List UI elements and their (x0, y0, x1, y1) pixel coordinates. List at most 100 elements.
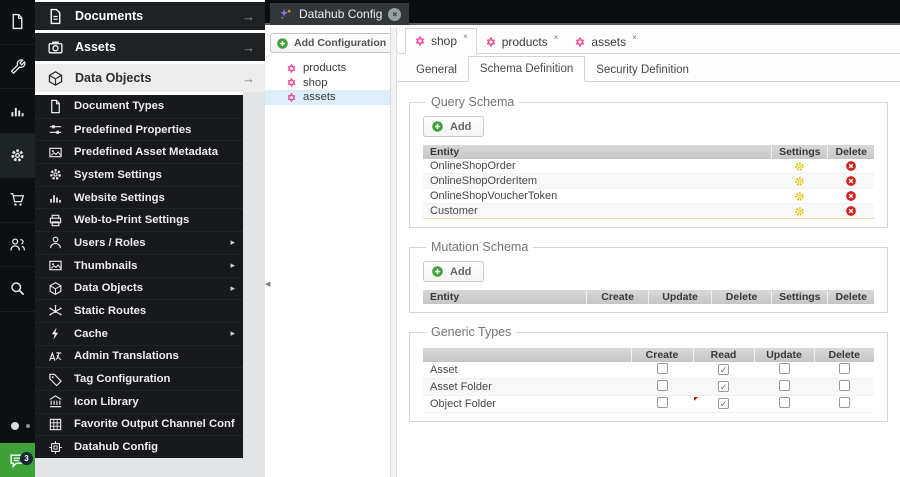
sidebar-item-static-routes[interactable]: Static Routes (35, 299, 243, 322)
column-header-delete[interactable]: Delete (814, 348, 874, 363)
delete-cell[interactable] (827, 203, 874, 220)
column-header-entity[interactable]: Entity (423, 290, 588, 305)
close-icon[interactable]: × (388, 7, 402, 21)
config-tree-item-products[interactable]: products (265, 61, 390, 76)
update-checkbox[interactable] (778, 380, 790, 392)
delete-cell[interactable] (827, 173, 874, 190)
column-header-settings[interactable]: Settings (771, 290, 829, 305)
settings-cell[interactable] (771, 188, 828, 205)
settings-cell[interactable] (771, 173, 828, 190)
sidebar-item-data-objects[interactable]: Data Objects ▸ (35, 276, 243, 300)
settings-cell[interactable] (771, 159, 828, 175)
close-icon[interactable]: × (632, 33, 637, 42)
sidebar-section-data-objects[interactable]: Data Objects → (35, 64, 265, 92)
collapse-left-icon: ◀ (265, 280, 271, 288)
sidebar-item-cache[interactable]: Cache ▸ (35, 321, 243, 345)
sidebar-section-assets[interactable]: Assets → (35, 33, 265, 61)
update-checkbox[interactable] (778, 397, 790, 409)
delete-checkbox[interactable] (838, 380, 850, 392)
window-tab-datahub-config[interactable]: Datahub Config × (270, 3, 410, 25)
settings-cell[interactable] (771, 203, 828, 220)
sidebar-item-users-roles[interactable]: Users / Roles ▸ (35, 231, 243, 254)
sidebar-item-predefined-properties[interactable]: Predefined Properties (35, 117, 243, 141)
column-header-read[interactable]: Read (693, 348, 755, 363)
tab-schema-definition[interactable]: Schema Definition (467, 56, 586, 82)
tab-security-definition[interactable]: Security Definition (585, 58, 700, 82)
settings-gear-icon[interactable] (794, 191, 805, 202)
sidebar-item-web-to-print-settings[interactable]: Web-to-Print Settings (35, 208, 243, 231)
sidebar-item-admin-translations[interactable]: Admin Translations (35, 344, 243, 368)
delete-cell[interactable] (827, 159, 874, 175)
settings-gear-icon[interactable] (794, 161, 805, 172)
delete-icon[interactable] (845, 205, 857, 217)
config-tree-item-shop[interactable]: shop (265, 76, 390, 91)
notification-chat-button[interactable]: 3 (0, 443, 35, 477)
entity-cell: OnlineShopOrder (423, 159, 772, 175)
column-header-entity[interactable]: Entity (423, 145, 773, 159)
sidebar-item-datahub-config[interactable]: Datahub Config (35, 435, 243, 458)
close-icon[interactable]: × (554, 33, 559, 42)
tab-assets[interactable]: assets × (566, 30, 644, 54)
add-configuration-label: Add Configuration (294, 37, 387, 49)
add-configuration-button[interactable]: Add Configuration ▾ (270, 33, 410, 53)
type-label-cell: Object Folder (423, 395, 631, 414)
collapse-panel-handle[interactable]: ◀ (265, 276, 274, 291)
close-icon[interactable]: × (463, 32, 468, 41)
column-header-update[interactable]: Update (648, 290, 713, 305)
table-row[interactable]: Customer (423, 203, 874, 220)
create-checkbox[interactable] (656, 397, 668, 409)
rail-ecommerce-button[interactable] (0, 178, 35, 223)
sidebar-item-website-settings[interactable]: Website Settings (35, 185, 243, 209)
create-checkbox[interactable] (656, 380, 668, 392)
read-checkbox[interactable] (718, 398, 729, 410)
column-header-settings[interactable]: Settings (771, 145, 829, 159)
rail-settings-button[interactable] (0, 133, 35, 178)
delete-checkbox[interactable] (838, 397, 850, 409)
update-checkbox[interactable] (778, 363, 790, 375)
delete-cell[interactable] (827, 188, 874, 205)
table-row[interactable]: OnlineShopOrderItem (423, 173, 874, 190)
delete-checkbox[interactable] (838, 363, 850, 375)
sidebar-item-favorite-output-channel-configurations[interactable]: Favorite Output Channel Configurations (35, 412, 243, 436)
arrow-right-icon: → (242, 39, 255, 55)
table-row[interactable]: OnlineShopOrder (423, 159, 874, 175)
settings-gear-icon[interactable] (794, 206, 805, 217)
query-add-button[interactable]: Add (423, 116, 485, 137)
column-header-delete[interactable]: Delete (827, 290, 874, 305)
column-header-delete[interactable]: Delete (711, 290, 773, 305)
rail-workflow-button[interactable] (0, 223, 35, 267)
tab-products[interactable]: products × (477, 30, 567, 54)
tab-general[interactable]: General (405, 58, 468, 82)
read-checkbox[interactable] (718, 381, 729, 393)
panel-splitter[interactable] (390, 27, 397, 477)
column-header-update[interactable]: Update (754, 348, 815, 363)
sidebar-item-icon-library[interactable]: Icon Library (35, 389, 243, 413)
generic-types-table: Create Read Update Delete Asset ✓ Asset … (423, 348, 874, 414)
settings-submenu: Document Types Predefined Properties Pre… (35, 95, 243, 458)
table-row[interactable]: OnlineShopVoucherToken (423, 188, 874, 205)
sidebar-item-system-settings[interactable]: System Settings (35, 163, 243, 186)
sidebar-item-tag-configuration[interactable]: Tag Configuration (35, 367, 243, 390)
mutation-add-button[interactable]: Add (423, 261, 485, 283)
page-icon (48, 99, 63, 114)
tab-shop[interactable]: shop × (405, 28, 477, 54)
sidebar-item-predefined-asset-metadata[interactable]: Predefined Asset Metadata (35, 140, 243, 163)
column-header-create[interactable]: Create (631, 348, 694, 363)
delete-icon[interactable] (845, 160, 857, 172)
delete-icon[interactable] (845, 190, 857, 202)
rail-documents-button[interactable] (0, 0, 35, 45)
config-tree-item-assets[interactable]: assets (265, 90, 390, 105)
delete-icon[interactable] (845, 175, 857, 187)
settings-gear-icon[interactable] (794, 176, 805, 187)
sidebar-item-thumbnails[interactable]: Thumbnails ▸ (35, 253, 243, 277)
sidebar-section-documents[interactable]: Documents → (35, 2, 265, 30)
read-checkbox[interactable] (718, 364, 729, 376)
rail-search-button[interactable] (0, 267, 35, 312)
datahub-main-panel: shop × products × assets × General Schema D… (398, 27, 900, 477)
sidebar-item-document-types[interactable]: Document Types (35, 95, 243, 118)
rail-tools-button[interactable] (0, 45, 35, 89)
column-header-delete[interactable]: Delete (827, 145, 874, 159)
create-checkbox[interactable] (656, 363, 668, 375)
column-header-create[interactable]: Create (586, 290, 650, 305)
rail-reports-button[interactable] (0, 89, 35, 134)
